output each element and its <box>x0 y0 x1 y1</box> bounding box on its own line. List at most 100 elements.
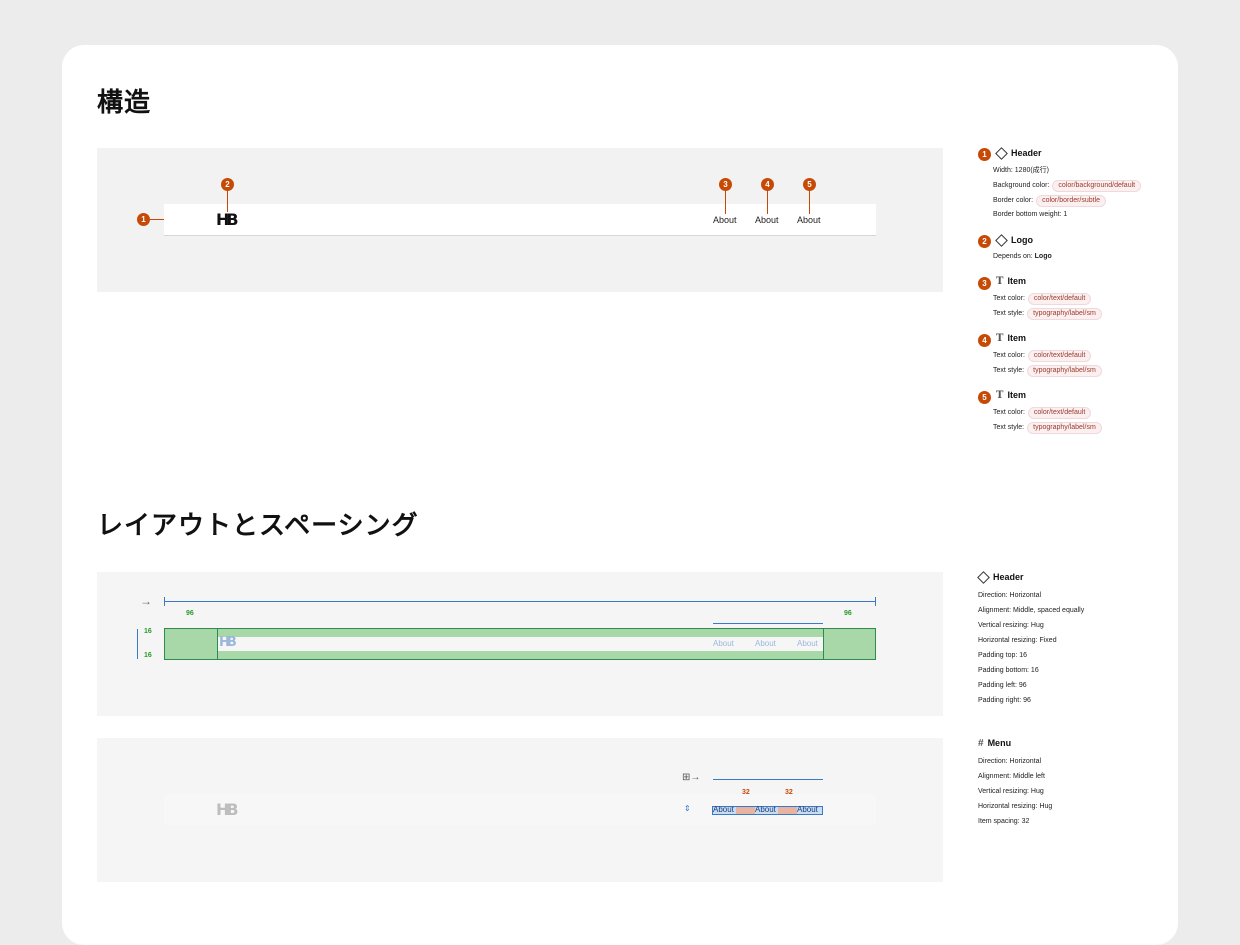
layout-line: Padding bottom: 16 <box>978 667 1039 674</box>
spec-title-text: Header <box>1011 148 1042 158</box>
layout-line: Vertical resizing: Hug <box>978 788 1044 795</box>
spec-label: Text style: <box>993 424 1025 431</box>
menu-width-guide <box>713 779 823 780</box>
nav-item-3: About <box>797 215 821 225</box>
padding-left-label: 96 <box>186 610 194 617</box>
spec-title-item: T Item <box>994 276 1026 287</box>
vertical-hug-icon: ⇕ <box>684 804 691 813</box>
token-chip: typography/label/sm <box>1027 365 1102 377</box>
layout-line: Padding top: 16 <box>978 652 1028 659</box>
header-preview: HB About About About <box>164 204 876 236</box>
text-icon: T <box>996 333 1004 344</box>
callout-line-1 <box>150 219 164 220</box>
menu-item-1: About <box>713 805 734 814</box>
layout-title-text: Menu <box>987 738 1012 748</box>
token-chip: color/text/default <box>1027 407 1092 419</box>
layout-line: Alignment: Middle, spaced equally <box>978 607 1085 614</box>
spec-title-item: T Item <box>994 333 1026 344</box>
gap-label-1: 32 <box>742 789 750 796</box>
height-guide <box>137 629 138 659</box>
structure-preview-panel: HB About About About 1 2 3 4 5 <box>97 148 943 292</box>
menu-width-guide <box>713 623 823 624</box>
layout-line: Padding right: 96 <box>978 697 1031 704</box>
header-layout-panel: → 96 96 16 16 HB About About About <box>97 572 943 716</box>
layout-line: Alignment: Middle left <box>978 773 1045 780</box>
layout-line: Horizontal resizing: Fixed <box>978 637 1057 644</box>
layout-title-menu: # Menu <box>978 738 1011 749</box>
spec-label: Text style: <box>993 367 1025 374</box>
spec-title-item: T Item <box>994 390 1026 401</box>
gap-fill-1 <box>736 807 755 814</box>
logo: HB <box>216 210 239 229</box>
direction-arrow-icon: → <box>140 594 152 608</box>
callout-badge-2: 2 <box>221 178 234 191</box>
spec-title-text: Item <box>1007 276 1026 286</box>
spec-label: Background color: <box>993 182 1050 189</box>
token-chip: color/border/subtle <box>1036 195 1107 207</box>
callout-badge-3: 3 <box>719 178 732 191</box>
token-chip: color/text/default <box>1027 350 1092 362</box>
spec-label: Text color: <box>993 295 1025 302</box>
spec-title-logo: Logo <box>994 234 1033 247</box>
callout-badge-4: 4 <box>761 178 774 191</box>
section-title-structure: 構造 <box>97 88 152 118</box>
layout-line: Vertical resizing: Hug <box>978 622 1044 629</box>
callout-line-2 <box>227 190 228 212</box>
spec-line: Text color: color/text/default <box>993 293 1092 305</box>
frame-icon: # <box>978 738 984 749</box>
callout-line-3 <box>725 190 726 214</box>
spec-label: Border color: <box>993 197 1034 204</box>
layout-line: Item spacing: 32 <box>978 818 1030 825</box>
token-chip: color/text/default <box>1027 293 1092 305</box>
layout-title-text: Header <box>993 572 1024 582</box>
menu-frame: About About About <box>712 805 823 815</box>
spec-title-text: Item <box>1007 333 1026 343</box>
width-guide <box>164 601 876 602</box>
spec-line: Width: 1280(成行) <box>993 167 1050 174</box>
spec-badge-2: 2 <box>978 235 991 248</box>
diamond-icon <box>995 234 1008 247</box>
menu-item-3: About <box>797 805 818 814</box>
spec-badge-4: 4 <box>978 334 991 347</box>
diamond-icon <box>995 147 1008 160</box>
nav-ghost: About <box>755 639 776 648</box>
horizontal-layout-icon: ⊞→ <box>682 772 701 783</box>
gap-fill-2 <box>778 807 797 814</box>
spec-label: Depends on: <box>993 253 1033 260</box>
diamond-icon <box>977 571 990 584</box>
padding-overlay: HB About About About <box>164 628 876 660</box>
section-title-layout: レイアウトとスペーシング <box>97 511 419 541</box>
spec-badge-5: 5 <box>978 391 991 404</box>
spec-badge-3: 3 <box>978 277 991 290</box>
layout-line: Direction: Horizontal <box>978 758 1042 765</box>
spec-label: Text color: <box>993 352 1025 359</box>
gap-label-2: 32 <box>785 789 793 796</box>
token-chip: typography/label/sm <box>1027 422 1102 434</box>
layout-line: Direction: Horizontal <box>978 592 1042 599</box>
padding-bottom-label: 16 <box>144 652 152 659</box>
width-guide-cap-left <box>164 597 165 606</box>
spec-line: Background color: color/background/defaul… <box>993 180 1142 192</box>
nav-ghost: About <box>713 639 734 648</box>
nav-item-1: About <box>713 215 737 225</box>
callout-line-4 <box>767 190 768 214</box>
padding-right-edge <box>823 629 824 659</box>
spec-badge-1: 1 <box>978 148 991 161</box>
spec-line: Text style: typography/label/sm <box>993 308 1102 320</box>
token-chip: color/background/default <box>1052 180 1142 192</box>
spec-line: Text style: typography/label/sm <box>993 365 1102 377</box>
spec-line: Border color: color/border/subtle <box>993 195 1107 207</box>
nav-item-2: About <box>755 215 779 225</box>
menu-item-2: About <box>755 805 776 814</box>
layout-line: Padding left: 96 <box>978 682 1027 689</box>
spec-line: Depends on: Logo <box>993 252 1052 262</box>
spec-line: Border bottom weight: 1 <box>993 211 1068 218</box>
text-icon: T <box>996 276 1004 287</box>
spec-line: Text color: color/text/default <box>993 407 1092 419</box>
logo-ghost: HB <box>219 635 237 650</box>
layout-title-header: Header <box>977 571 1024 584</box>
spec-title-text: Item <box>1007 390 1026 400</box>
text-icon: T <box>996 390 1004 401</box>
logo-ghost: HB <box>216 800 239 819</box>
spec-value: Logo <box>1034 253 1052 260</box>
